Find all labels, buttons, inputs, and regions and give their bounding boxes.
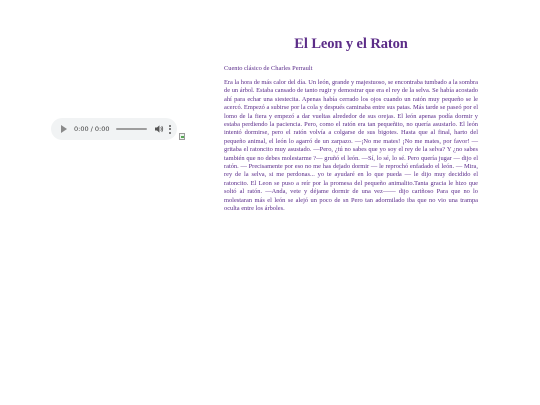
story-content: El Leon y el Raton Cuento clásico de Cha… bbox=[224, 36, 478, 214]
audio-progress-slider[interactable] bbox=[115, 128, 148, 130]
page-title: El Leon y el Raton bbox=[294, 36, 408, 52]
story-text: Era la hora de más calor del día. Un leó… bbox=[224, 79, 478, 213]
more-vertical-icon[interactable] bbox=[169, 124, 172, 134]
page-subtitle: Cuento clásico de Charles Perrault bbox=[224, 65, 313, 72]
play-icon[interactable] bbox=[61, 125, 67, 133]
audio-time-display: 0:00 / 0:00 bbox=[74, 125, 110, 133]
broken-image-icon bbox=[179, 133, 185, 140]
audio-player[interactable]: 0:00 / 0:00 bbox=[51, 118, 177, 140]
volume-icon[interactable] bbox=[155, 125, 164, 133]
